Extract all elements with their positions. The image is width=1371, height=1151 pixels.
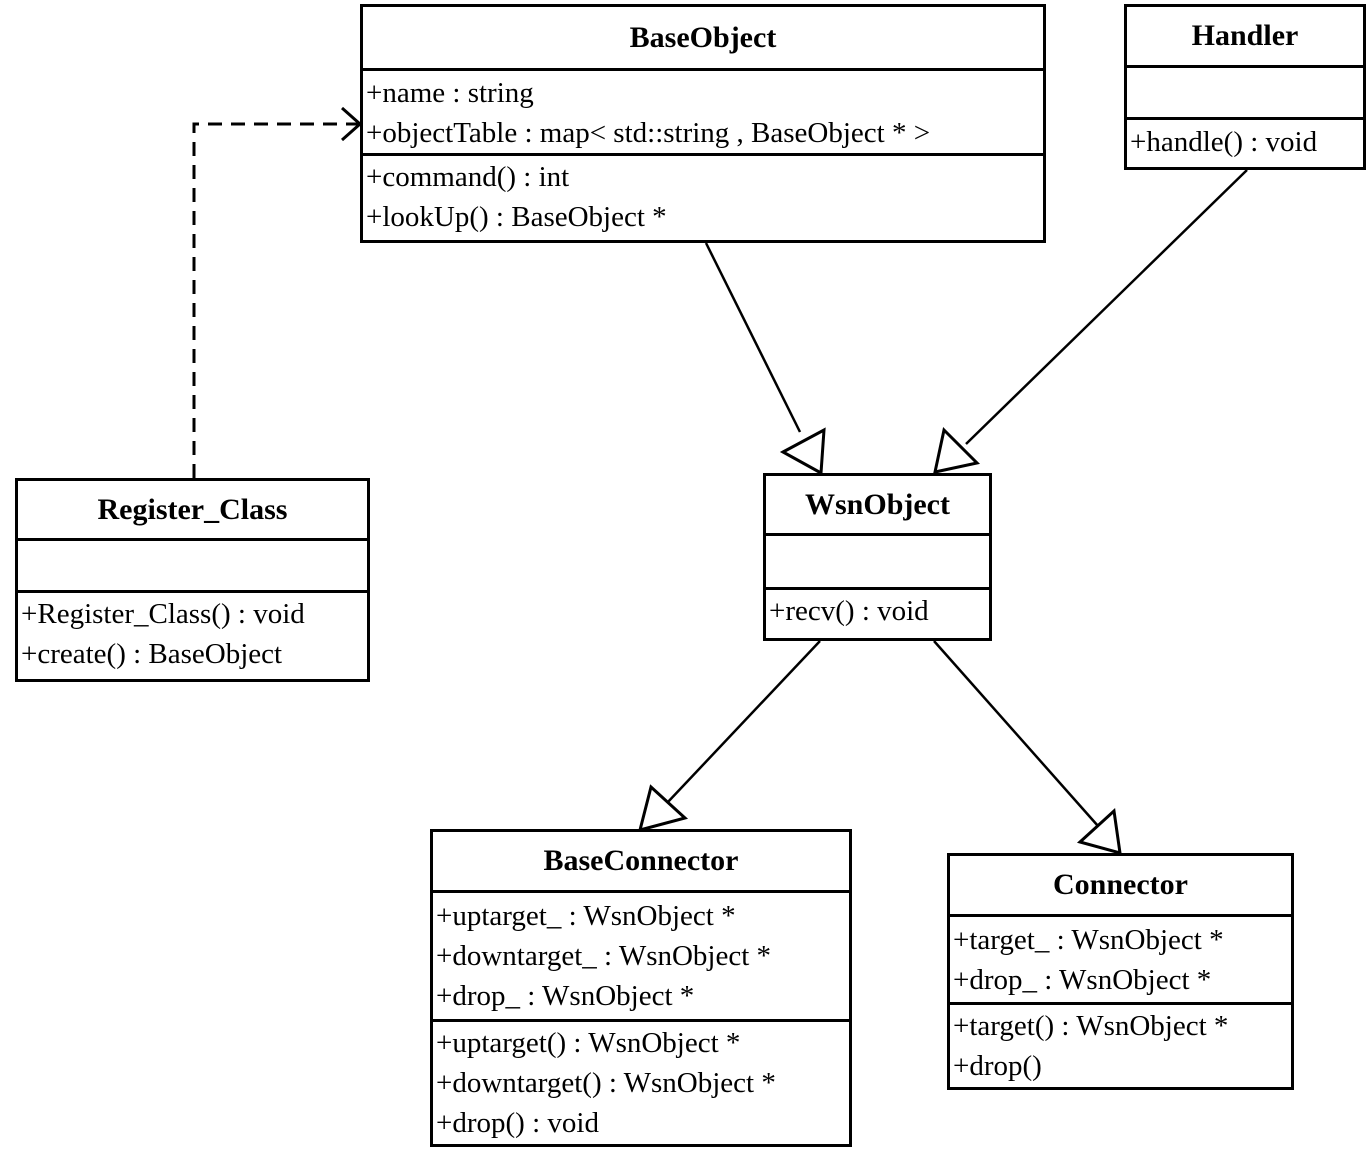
attribute: +name : string [366,77,534,109]
class-name: WsnObject [766,476,989,536]
attribute: +drop_ : WsnObject * [953,964,1212,996]
class-baseobject[interactable]: BaseObject +name : string +objectTable :… [360,4,1046,243]
method: +command() : int [366,161,570,193]
method: +Register_Class() : void [21,598,305,630]
class-name: Register_Class [18,481,367,541]
method: +create() : BaseObject [21,638,283,670]
method: +lookUp() : BaseObject * [366,201,667,233]
methods-section: +target() : WsnObject * +drop() [950,1005,1291,1086]
methods-section: +Register_Class() : void +create() : Bas… [18,593,367,674]
attributes-section: +uptarget_ : WsnObject * +downtarget_ : … [433,893,849,1022]
hollow-triangle-icon [779,427,826,476]
attributes-section: +target_ : WsnObject * +drop_ : WsnObjec… [950,917,1291,1005]
attribute: +objectTable : map< std::string , BaseOb… [366,117,931,149]
methods-section: +recv() : void [766,590,989,631]
class-connector[interactable]: Connector +target_ : WsnObject * +drop_ … [947,853,1294,1090]
class-name: BaseConnector [433,832,849,893]
attributes-section [1127,68,1363,120]
attribute: +uptarget_ : WsnObject * [436,900,736,932]
method: +uptarget() : WsnObject * [436,1027,741,1059]
method: +handle() : void [1130,126,1318,158]
method: +drop() : void [436,1107,599,1139]
method: +recv() : void [769,595,929,627]
attribute: +downtarget_ : WsnObject * [436,940,772,972]
generalization-baseconnector-to-wsnobject [637,640,821,833]
generalization-wsnobject-to-baseobject [704,242,826,476]
attributes-section [766,536,989,590]
hollow-triangle-icon [1076,807,1122,856]
method: +drop() [953,1050,1042,1082]
methods-section: +uptarget() : WsnObject * +downtarget() … [433,1022,849,1143]
method: +target() : WsnObject * [953,1010,1229,1042]
attributes-section: +name : string +objectTable : map< std::… [363,71,1043,156]
hollow-triangle-icon [933,426,981,474]
class-baseconnector[interactable]: BaseConnector +uptarget_ : WsnObject * +… [430,829,852,1147]
method: +downtarget() : WsnObject * [436,1067,776,1099]
dependency-register-to-baseobject [192,106,363,478]
generalization-connector-to-wsnobject [933,640,1122,856]
methods-section: +handle() : void [1127,120,1363,162]
class-wsnobject[interactable]: WsnObject +recv() : void [763,473,992,641]
class-register-class[interactable]: Register_Class +Register_Class() : void … [15,478,370,682]
attribute: +target_ : WsnObject * [953,924,1224,956]
class-name: BaseObject [363,7,1043,71]
class-name: Connector [950,856,1291,917]
attributes-section [18,541,367,593]
methods-section: +command() : int +lookUp() : BaseObject … [363,156,1043,237]
hollow-triangle-icon [637,784,689,833]
attribute: +drop_ : WsnObject * [436,980,695,1012]
class-name: Handler [1127,7,1363,68]
class-handler[interactable]: Handler +handle() : void [1124,4,1366,170]
